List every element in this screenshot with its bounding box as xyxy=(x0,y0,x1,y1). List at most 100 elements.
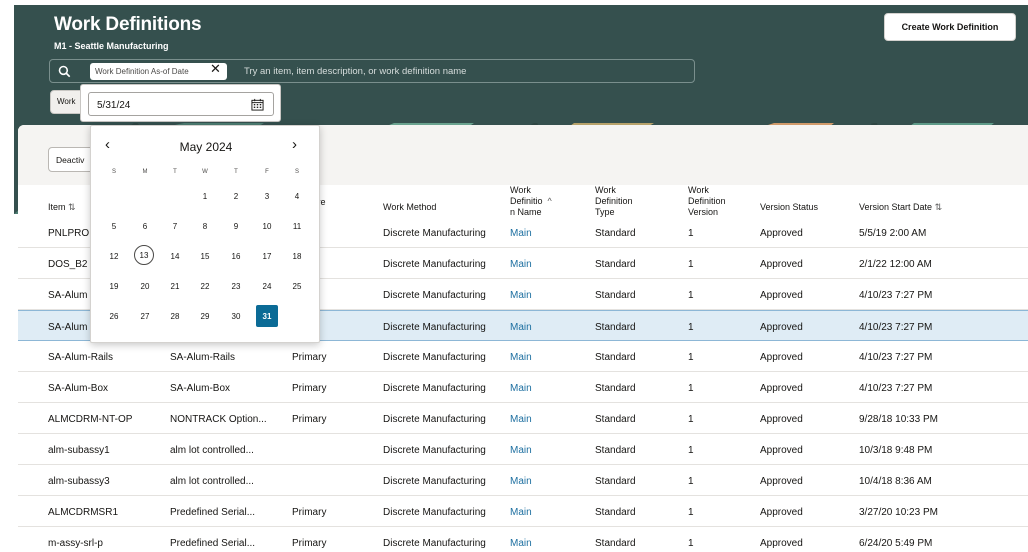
cell-desc: Predefined Serial... xyxy=(170,538,256,549)
cell-version: 1 xyxy=(688,507,694,518)
cell-name-link[interactable]: Main xyxy=(510,507,532,518)
calendar-day[interactable]: 15 xyxy=(194,245,216,267)
column-header-version-status[interactable]: Version Status xyxy=(760,202,818,213)
calendar-day[interactable]: 7 xyxy=(164,215,186,237)
calendar-day[interactable]: 23 xyxy=(225,275,247,297)
cell-status: Approved xyxy=(760,322,803,333)
table-row[interactable]: m-assy-srl-p Predefined Serial... Primary D… xyxy=(18,527,1028,552)
weekday-label: T xyxy=(234,169,238,175)
cell-version: 1 xyxy=(688,352,694,363)
cell-method: Discrete Manufacturing xyxy=(383,322,486,333)
calendar-day[interactable]: 5 xyxy=(103,215,125,237)
cell-name-link[interactable]: Main xyxy=(510,290,532,301)
table-row[interactable]: ALMCDRMSR1 Predefined Serial... Primary Dis… xyxy=(18,496,1028,527)
column-header-work-method[interactable]: Work Method xyxy=(383,202,436,213)
cell-name-link[interactable]: Main xyxy=(510,445,532,456)
cell-name-link[interactable]: Main xyxy=(510,322,532,333)
calendar-day[interactable]: 12 xyxy=(103,245,125,267)
cell-desc: alm lot controlled... xyxy=(170,476,254,487)
cell-item: DOS_B2 xyxy=(48,259,88,270)
cell-status: Approved xyxy=(760,352,803,363)
calendar-day[interactable]: 26 xyxy=(103,305,125,327)
calendar-day[interactable]: 27 xyxy=(134,305,156,327)
calendar-day[interactable]: 21 xyxy=(164,275,186,297)
calendar-day[interactable]: 20 xyxy=(134,275,156,297)
as-of-date-input[interactable]: 5/31/24 xyxy=(88,92,274,116)
cell-desc: SA-Alum-Rails xyxy=(170,352,236,363)
cell-method: Discrete Manufacturing xyxy=(383,352,486,363)
sort-icon[interactable]: ⇅ xyxy=(68,202,76,212)
calendar-day[interactable]: 22 xyxy=(194,275,216,297)
calendar-day[interactable]: 18 xyxy=(286,245,308,267)
calendar-day[interactable]: 13 xyxy=(134,245,154,265)
cell-version: 1 xyxy=(688,228,694,239)
calendar-day[interactable]: 2 xyxy=(225,185,247,207)
weekday-label: S xyxy=(111,169,116,175)
search-input[interactable]: Try an item, item description, or work d… xyxy=(244,66,466,77)
table-row[interactable]: alm-subassy3 alm lot controlled... Discret… xyxy=(18,465,1028,496)
search-bar[interactable]: Work Definition As-of Date ✕ Try an item… xyxy=(49,59,695,83)
cell-name-link[interactable]: Main xyxy=(510,383,532,394)
table-row[interactable]: alm-subassy1 alm lot controlled... Discret… xyxy=(18,434,1028,465)
page-title: Work Definitions xyxy=(54,14,202,35)
calendar-dropdown: ‹ May 2024 › S M T W T F S 1 2 3 4 5 6 7 8 9 10 11 12 13 14 1… xyxy=(90,125,320,343)
column-header-wd-version[interactable]: Work Definition Version xyxy=(688,185,726,218)
calendar-day[interactable]: 17 xyxy=(256,245,278,267)
cell-status: Approved xyxy=(760,290,803,301)
calendar-day[interactable]: 24 xyxy=(256,275,278,297)
cell-item: m-assy-srl-p xyxy=(48,538,103,549)
column-header-version-start-date[interactable]: Version Start Date ⇅ xyxy=(859,202,942,213)
cell-start: 4/10/23 7:27 PM xyxy=(859,290,933,301)
calendar-day[interactable]: 31 xyxy=(256,305,278,327)
calendar-day[interactable]: 30 xyxy=(225,305,247,327)
table-row[interactable]: SA-Alum-Rails SA-Alum-Rails Primary Discret… xyxy=(18,341,1028,372)
column-header-item[interactable]: Item ⇅ xyxy=(48,202,76,213)
cell-structure: Primary xyxy=(292,414,327,425)
cell-name-link[interactable]: Main xyxy=(510,414,532,425)
as-of-date-filter-chip[interactable]: Work Definition As-of Date xyxy=(90,63,227,80)
cell-name-link[interactable]: Main xyxy=(510,538,532,549)
sort-icon[interactable]: ⇅ xyxy=(935,202,943,212)
cell-name-link[interactable]: Main xyxy=(510,228,532,239)
cell-name-link[interactable]: Main xyxy=(510,476,532,487)
chevron-right-icon[interactable]: › xyxy=(292,136,297,153)
cell-status: Approved xyxy=(760,507,803,518)
calendar-day[interactable]: 8 xyxy=(194,215,216,237)
cell-item: ALMCDRM-NT-OP xyxy=(48,414,133,425)
cell-status: Approved xyxy=(760,383,803,394)
calendar-day[interactable]: 29 xyxy=(194,305,216,327)
calendar-day[interactable]: 19 xyxy=(103,275,125,297)
cell-name-link[interactable]: Main xyxy=(510,259,532,270)
calendar-day[interactable]: 4 xyxy=(286,185,308,207)
column-header-wd-type[interactable]: Work Definition Type xyxy=(595,185,633,218)
calendar-day[interactable]: 1 xyxy=(194,185,216,207)
cell-item: alm-subassy3 xyxy=(48,476,110,487)
calendar-icon[interactable] xyxy=(251,98,264,111)
calendar-day[interactable]: 9 xyxy=(225,215,247,237)
calendar-day[interactable]: 16 xyxy=(225,245,247,267)
calendar-day[interactable]: 10 xyxy=(256,215,278,237)
cell-item: SA-Alum-Rails xyxy=(48,352,114,363)
cell-name-link[interactable]: Main xyxy=(510,352,532,363)
calendar-day[interactable]: 28 xyxy=(164,305,186,327)
close-icon[interactable]: ✕ xyxy=(210,62,221,75)
cell-start: 2/1/22 12:00 AM xyxy=(859,259,932,270)
sort-ascending-icon[interactable]: ^ xyxy=(545,196,552,206)
calendar-day[interactable]: 11 xyxy=(286,215,308,237)
create-work-definition-button[interactable]: Create Work Definition xyxy=(884,13,1016,41)
column-header-wd-name[interactable]: Work Definitio ^ n Name xyxy=(510,185,552,218)
cell-status: Approved xyxy=(760,476,803,487)
table-row[interactable]: ALMCDRM-NT-OP NONTRACK Option... Primary Di… xyxy=(18,403,1028,434)
calendar-day[interactable]: 14 xyxy=(164,245,186,267)
calendar-day[interactable]: 6 xyxy=(134,215,156,237)
cell-type: Standard xyxy=(595,228,636,239)
table-row[interactable]: SA-Alum-Box SA-Alum-Box Primary Discrete Ma… xyxy=(18,372,1028,403)
page-subtitle: M1 - Seattle Manufacturing xyxy=(54,41,169,51)
cell-method: Discrete Manufacturing xyxy=(383,507,486,518)
calendar-day[interactable]: 25 xyxy=(286,275,308,297)
cell-version: 1 xyxy=(688,322,694,333)
weekday-label: S xyxy=(294,169,299,175)
cell-start: 10/4/18 8:36 AM xyxy=(859,476,932,487)
calendar-day[interactable]: 3 xyxy=(256,185,278,207)
search-icon[interactable] xyxy=(58,65,71,78)
